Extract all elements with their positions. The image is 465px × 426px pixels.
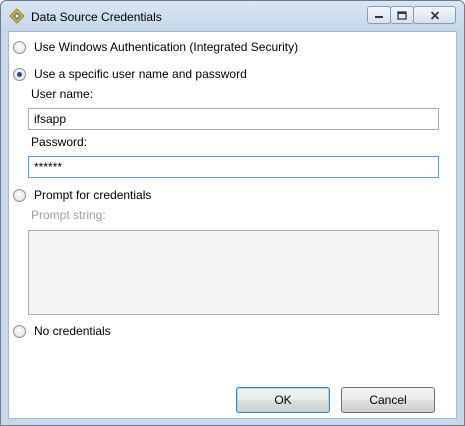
password-label: Password:	[31, 135, 88, 149]
minimize-button[interactable]	[367, 6, 391, 24]
option-prompt[interactable]: Prompt for credentials	[13, 188, 151, 202]
close-button[interactable]	[413, 6, 456, 24]
username-input[interactable]: ifsapp	[28, 108, 439, 130]
prompt-string-label: Prompt string:	[31, 208, 106, 222]
window-title: Data Source Credentials	[31, 10, 162, 24]
cancel-button[interactable]: Cancel	[341, 387, 435, 413]
option-no-credentials-label: No credentials	[34, 324, 111, 338]
option-no-credentials[interactable]: No credentials	[13, 324, 111, 338]
option-windows-auth-label: Use Windows Authentication (Integrated S…	[34, 40, 299, 54]
maximize-button[interactable]	[390, 6, 414, 24]
option-prompt-label: Prompt for credentials	[34, 188, 152, 202]
data-source-icon	[9, 8, 25, 24]
radio-specific-user[interactable]	[13, 67, 26, 81]
option-specific-user[interactable]: Use a specific user name and password	[13, 67, 247, 81]
radio-windows-auth[interactable]	[13, 40, 26, 54]
radio-prompt[interactable]	[13, 188, 26, 202]
ok-button[interactable]: OK	[236, 387, 330, 413]
username-label: User name:	[31, 87, 94, 101]
radio-no-credentials[interactable]	[13, 324, 26, 338]
minimize-icon	[374, 11, 384, 19]
password-input[interactable]: ******	[28, 156, 439, 178]
maximize-icon	[397, 10, 407, 20]
dialog-window: Data Source Credentials Use Windows Auth…	[0, 0, 465, 426]
option-specific-user-label: Use a specific user name and password	[34, 67, 247, 81]
option-windows-auth[interactable]: Use Windows Authentication (Integrated S…	[13, 40, 298, 54]
title-bar[interactable]: Data Source Credentials	[1, 1, 464, 31]
prompt-string-input[interactable]	[28, 230, 439, 315]
close-icon	[430, 10, 440, 20]
dialog-content: Use Windows Authentication (Integrated S…	[8, 31, 457, 419]
